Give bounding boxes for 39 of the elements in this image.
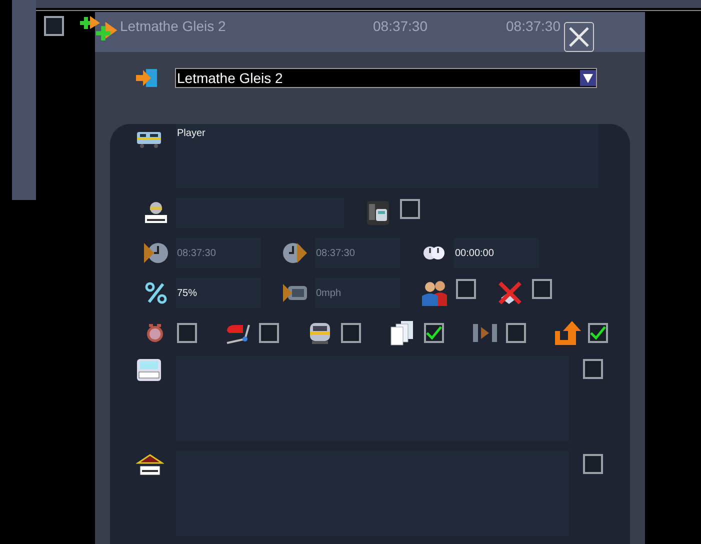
- driver-icon: [143, 200, 169, 226]
- checkbox[interactable]: [583, 454, 603, 474]
- checkbox[interactable]: [44, 16, 64, 36]
- destination-dropdown[interactable]: Letmathe Gleis 2: [175, 68, 597, 88]
- checkbox[interactable]: [400, 199, 420, 219]
- display-icon: [136, 358, 162, 382]
- checkbox[interactable]: [583, 359, 603, 379]
- input-field[interactable]: 75%: [176, 278, 261, 308]
- people-icon: [420, 279, 448, 307]
- list-cell-text: Letmathe Gleis 2: [120, 17, 226, 36]
- skip-icon: [472, 322, 498, 344]
- plus-arrow-icon: [80, 16, 100, 32]
- pages-icon: [389, 320, 416, 346]
- alarm-clock-icon: [146, 322, 164, 344]
- checkbox[interactable]: [588, 323, 608, 343]
- checkbox[interactable]: [424, 323, 444, 343]
- checkbox[interactable]: [341, 323, 362, 343]
- train-icon: [136, 129, 162, 149]
- checkbox[interactable]: [532, 279, 552, 299]
- clocks-icon: [423, 245, 445, 261]
- checkbox[interactable]: [176, 323, 197, 343]
- speed-sign-icon: [282, 283, 308, 303]
- checkbox[interactable]: [259, 323, 280, 343]
- close-button[interactable]: [564, 22, 594, 52]
- turn-arrow-icon: [553, 319, 582, 347]
- cancel-icon: [497, 280, 523, 306]
- input-field[interactable]: 00:00:00: [454, 238, 539, 268]
- percent-icon: [145, 282, 167, 304]
- station-roof-icon: [136, 453, 164, 477]
- plus-arrow-icon: [95, 21, 119, 43]
- description-field[interactable]: Player: [176, 124, 598, 188]
- clock-arrow-icon: [143, 241, 169, 265]
- list-cell-text: 08:37:30: [373, 17, 428, 36]
- timetable-icon: [366, 200, 390, 226]
- checkbox[interactable]: [506, 323, 526, 343]
- checkbox[interactable]: [456, 279, 476, 299]
- enter-icon: [135, 67, 159, 89]
- clock-arrow-icon: [282, 241, 308, 265]
- list-cell-text: 08:37:30: [506, 17, 560, 36]
